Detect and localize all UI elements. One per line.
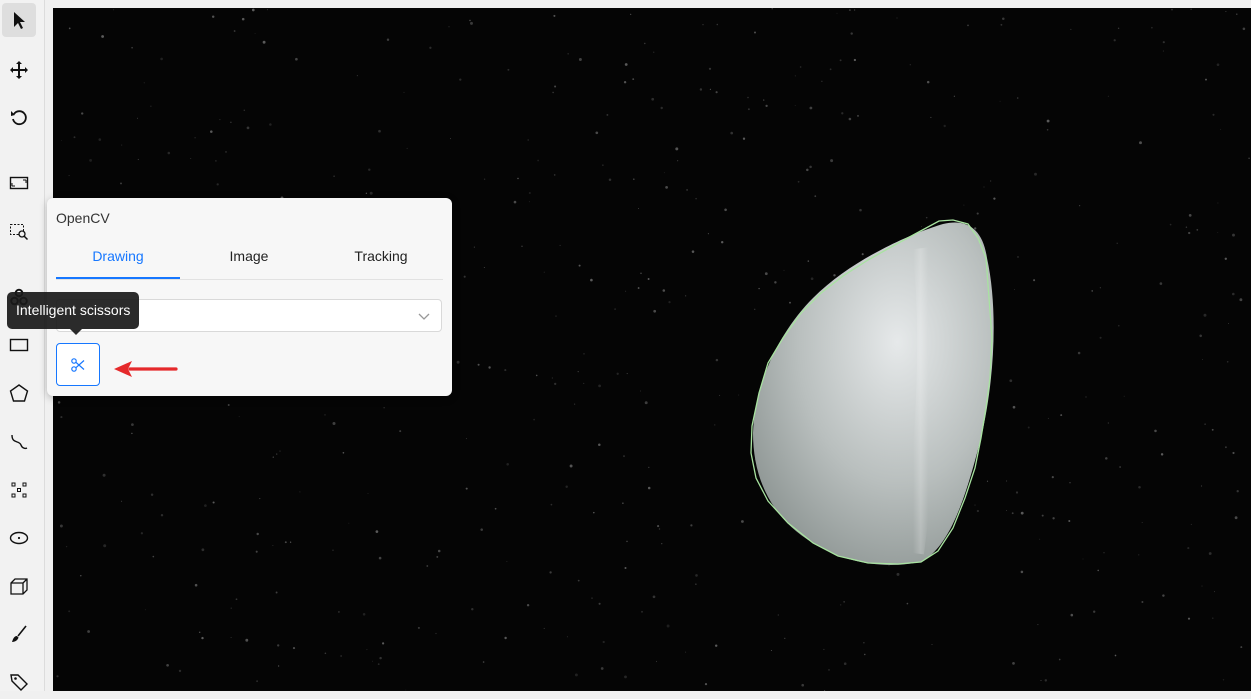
left-toolbar [0,0,45,691]
zoom-region-icon [10,224,29,241]
panel-title: OpenCV [56,210,110,226]
scissors-icon [71,357,85,372]
move-icon [10,61,28,79]
active-tab-indicator [56,277,180,279]
tag-icon [10,674,28,691]
ellipse-icon [9,531,29,545]
rectangle-tool[interactable] [2,328,36,362]
chevron-down-icon [418,313,430,320]
cursor-tool[interactable] [2,3,36,37]
rotate-tool[interactable] [2,101,36,135]
fit-image-icon [9,176,29,190]
ellipse-tool[interactable] [2,521,36,555]
red-pointer-arrow [114,361,178,377]
tag-tool[interactable] [2,665,36,699]
cuboid-tool[interactable] [2,569,36,603]
zoom-region-tool[interactable] [2,214,36,248]
tooltip-text: Intelligent scissors [16,302,131,318]
polyline-tool[interactable] [2,425,36,459]
tab-divider [56,279,443,280]
rectangle-icon [9,338,29,352]
brush-icon [12,625,27,642]
cursor-icon [14,12,25,29]
tooltip-arrow [70,329,82,335]
rotate-icon [11,110,27,126]
intelligent-scissors-button[interactable] [56,343,100,386]
tooltip: Intelligent scissors [7,292,140,329]
points-icon [11,482,27,498]
move-tool[interactable] [2,53,36,87]
tab-drawing[interactable]: Drawing [56,248,180,264]
polygon-icon [9,384,29,402]
brush-tool[interactable] [2,617,36,651]
points-tool[interactable] [2,473,36,507]
rice-grain [753,222,994,566]
tab-image[interactable]: Image [187,248,311,264]
polyline-icon [11,434,28,450]
fit-image-tool[interactable] [2,166,36,200]
polygon-tool[interactable] [2,376,36,410]
cuboid-icon [10,578,28,595]
tab-tracking[interactable]: Tracking [319,248,443,264]
